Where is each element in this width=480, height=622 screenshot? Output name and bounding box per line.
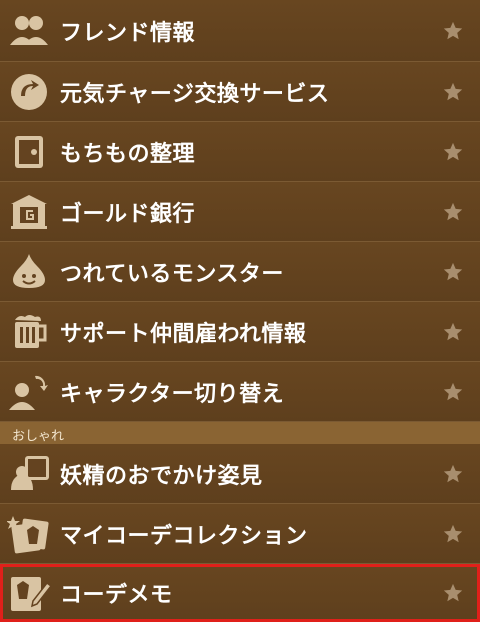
menu-item-label: 妖精のおでかけ姿見	[60, 463, 263, 489]
menu-item-monsters[interactable]: つれているモンスター	[0, 242, 480, 302]
menu-item-fairy-mirror[interactable]: 妖精のおでかけ姿見	[0, 444, 480, 504]
menu-item-label: コーデメモ	[60, 583, 173, 608]
bank-icon	[7, 190, 51, 234]
friends-icon	[7, 9, 51, 53]
star-icon[interactable]	[442, 20, 464, 42]
menu-item-energy-exchange[interactable]: 元気チャージ交換サービス	[0, 62, 480, 122]
menu-item-label: つれているモンスター	[60, 261, 284, 287]
beer-mug-icon	[7, 310, 51, 354]
menu-list: フレンド情報 元気チャージ交換サービス もちもの整理 ゴールド銀行 つれているモ…	[0, 0, 480, 622]
star-icon[interactable]	[442, 381, 464, 403]
menu-item-label: キャラクター切り替え	[60, 381, 285, 407]
menu-item-label: サポート仲間雇われ情報	[60, 321, 307, 347]
section-header-fashion: おしゃれ	[0, 422, 480, 444]
menu-item-support-hire[interactable]: サポート仲間雇われ情報	[0, 302, 480, 362]
menu-item-label: フレンド情報	[60, 20, 196, 46]
safe-icon	[7, 130, 51, 174]
menu-item-friend-info[interactable]: フレンド情報	[0, 0, 480, 62]
star-icon[interactable]	[442, 81, 464, 103]
star-icon[interactable]	[442, 201, 464, 223]
slime-icon	[7, 250, 51, 294]
energy-exchange-icon	[7, 70, 51, 114]
outfit-memo-icon	[7, 571, 51, 615]
outfit-collection-icon	[7, 512, 51, 556]
menu-item-gold-bank[interactable]: ゴールド銀行	[0, 182, 480, 242]
menu-item-label: もちもの整理	[60, 141, 196, 167]
star-icon[interactable]	[442, 321, 464, 343]
menu-item-outfit-collection[interactable]: マイコーデコレクション	[0, 504, 480, 564]
menu-item-label: ゴールド銀行	[60, 201, 196, 227]
star-icon[interactable]	[442, 463, 464, 485]
menu-item-label: マイコーデコレクション	[60, 523, 308, 549]
star-icon[interactable]	[442, 141, 464, 163]
star-icon[interactable]	[442, 261, 464, 283]
menu-item-outfit-memo[interactable]: コーデメモ	[0, 564, 480, 622]
fairy-mirror-icon	[7, 452, 51, 496]
menu-item-character-switch[interactable]: キャラクター切り替え	[0, 362, 480, 422]
star-icon[interactable]	[442, 523, 464, 545]
character-switch-icon	[7, 370, 51, 414]
menu-item-inventory[interactable]: もちもの整理	[0, 122, 480, 182]
section-label: おしゃれ	[12, 429, 65, 444]
menu-item-label: 元気チャージ交換サービス	[60, 81, 330, 107]
star-icon[interactable]	[442, 582, 464, 604]
